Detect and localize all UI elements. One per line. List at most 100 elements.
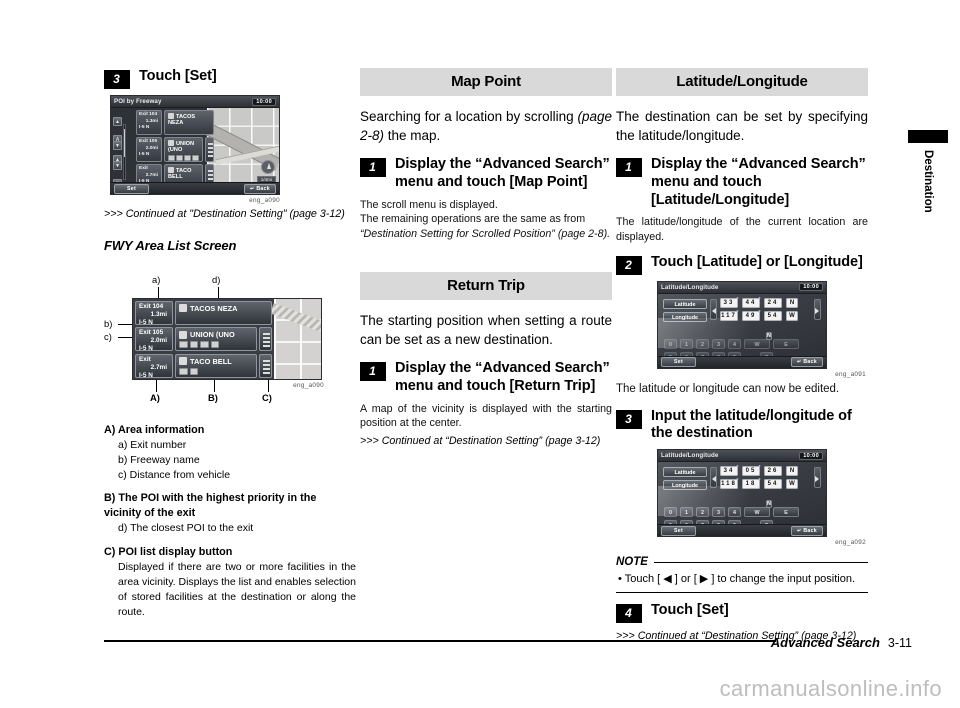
table-row[interactable]: Exit 2.7mi I-5 N TACO BELL [135, 353, 272, 379]
longitude-degrees[interactable]: 117 [720, 310, 741, 321]
set-button[interactable]: Set [114, 183, 149, 194]
key-east[interactable]: E [773, 338, 799, 349]
step-number-badge: 3 [616, 409, 642, 429]
longitude-seconds[interactable]: 54 [764, 310, 782, 321]
note-text: • Touch [ ◀ ] or [ ▶ ] to change the inp… [618, 573, 856, 586]
exit-info: Exit 104 1.3mi I-5 N [136, 110, 162, 135]
key-2[interactable]: 2 [696, 338, 709, 349]
latitude-hemisphere[interactable]: N [786, 466, 798, 477]
section-heading-map-point: Map Point [360, 68, 612, 96]
latitude-button[interactable]: Latitude [663, 467, 707, 478]
step-title: Touch [Set] [651, 602, 729, 619]
closest-poi-cell[interactable]: TACOS NEZA [175, 300, 272, 325]
coordinate-fields: 33 44 24 N 117 49 54 W N [720, 297, 798, 342]
arrow-left-icon[interactable] [710, 298, 717, 320]
latitude-minutes[interactable]: 05 [742, 465, 763, 477]
clock-display: 10:00 [799, 451, 823, 460]
latitude-seconds[interactable]: 24 [764, 297, 782, 308]
latitude-minutes[interactable]: 44 [742, 297, 763, 308]
left-column: 3 Touch [Set] POI by Freeway 10:00 1/4mi… [104, 68, 356, 620]
legend-item-a: a) Exit number [118, 438, 187, 451]
longitude-minutes[interactable]: 18 [742, 478, 763, 490]
step-3-lat-long: 3 Input the latitude/longitude of the de… [616, 408, 868, 443]
scrollbar[interactable] [123, 124, 126, 180]
key-1[interactable]: 1 [680, 507, 693, 518]
key-1[interactable]: 1 [680, 338, 693, 349]
key-east[interactable]: E [773, 507, 799, 518]
key-3[interactable]: 3 [712, 338, 725, 349]
key-0[interactable]: 0 [664, 507, 677, 518]
step-number-badge: 2 [616, 255, 642, 275]
scroll-down-icon[interactable]: ▼ [113, 141, 122, 150]
latitude-hemisphere[interactable]: N [786, 297, 798, 308]
exit-number: Exit 105 [139, 329, 164, 337]
nav-screen-title: POI by Freeway [114, 98, 162, 105]
longitude-row: 118 18 54 W [720, 478, 798, 490]
intro-part-b: the map. [384, 128, 441, 144]
leader-line [268, 377, 269, 392]
key-0[interactable]: 0 [664, 338, 677, 349]
nav-header: POI by Freeway 10:00 [111, 96, 279, 108]
table-row[interactable]: Exit 104 1.3mi I-5 N TACOS NEZA [135, 300, 272, 326]
back-button[interactable]: ↵ Back [791, 357, 823, 368]
poi-list-display-button[interactable] [259, 327, 272, 352]
key-3[interactable]: 3 [712, 507, 725, 518]
back-button[interactable]: ↵ Back [791, 525, 823, 536]
step-number-badge: 1 [360, 362, 386, 382]
longitude-button[interactable]: Longitude [663, 311, 707, 322]
poi-list-display-button[interactable] [205, 137, 214, 162]
back-button[interactable]: ↵ Back [244, 183, 276, 194]
scroll-top-icon[interactable]: ▲ [113, 117, 122, 126]
nav-footer: Set ↵ Back [111, 182, 279, 194]
nav-header: Latitude/Longitude 10:00 [658, 450, 826, 463]
longitude-seconds[interactable]: 54 [764, 479, 782, 490]
figure-code: eng_a090 [293, 381, 324, 389]
longitude-degrees[interactable]: 118 [720, 478, 741, 490]
step-number-badge: 4 [616, 604, 642, 624]
legend-item-d: d) The closest POI to the exit [118, 522, 254, 535]
longitude-button[interactable]: Longitude [663, 480, 707, 491]
longitude-hemisphere[interactable]: W [786, 310, 798, 321]
latitude-row: 34 05 26 N [720, 465, 798, 477]
set-button[interactable]: Set [661, 357, 696, 368]
list-item[interactable]: Exit 104 1.3mi I-5 N TACOS NEZA [136, 110, 214, 135]
step-title: Touch [Latitude] or [Longitude] [651, 253, 863, 270]
gas-station-icon [179, 330, 187, 339]
step-title: Touch [Set] [139, 68, 217, 84]
scroll-bottom-icon[interactable]: ▼ [113, 161, 122, 170]
arrow-left-icon[interactable] [710, 467, 717, 489]
latitude-degrees[interactable]: 33 [720, 297, 741, 308]
arrow-right-icon[interactable] [814, 298, 821, 320]
scroll-controls: ▲ A ▲ ▼ ▼ ▦ [113, 110, 135, 192]
set-button[interactable]: Set [661, 525, 696, 536]
key-2[interactable]: 2 [696, 507, 709, 518]
list-item[interactable]: Exit 105 2.0mi I-5 N UNION (UNO [136, 137, 214, 162]
longitude-hemisphere[interactable]: W [786, 479, 798, 490]
key-west[interactable]: W [744, 507, 770, 518]
closest-poi-cell[interactable]: UNION (UNO [175, 327, 257, 352]
latitude-button[interactable]: Latitude [663, 298, 707, 309]
key-west[interactable]: W [744, 338, 770, 349]
freeway-name: I-5 N [139, 125, 150, 131]
map-area[interactable] [274, 298, 321, 379]
legend-definitions: A) Area information a) Exit number b) Fr… [104, 423, 356, 620]
arrow-right-icon[interactable] [814, 467, 821, 489]
poi-list-display-button[interactable] [259, 353, 272, 378]
latitude-seconds[interactable]: 26 [764, 466, 782, 477]
key-4[interactable]: 4 [728, 338, 741, 349]
scrollbar-thumb[interactable] [124, 129, 125, 157]
atm-icon [200, 341, 209, 349]
step-title: Display the “Advanced Search” menu and t… [395, 360, 610, 394]
poi-name-cell[interactable]: TACOS NEZA [164, 110, 214, 135]
table-row[interactable]: Exit 105 2.0mi I-5 N UNION (UNO [135, 327, 272, 352]
longitude-minutes[interactable]: 49 [742, 310, 763, 321]
closest-poi-cell[interactable]: TACO BELL [175, 353, 257, 378]
key-4[interactable]: 4 [728, 507, 741, 518]
latitude-degrees[interactable]: 34 [720, 465, 741, 477]
poi-name-cell[interactable]: UNION (UNO [164, 137, 203, 162]
nav-header: Latitude/Longitude 10:00 [658, 281, 826, 294]
compass-icon[interactable] [261, 160, 275, 174]
step-title: Display the “Advanced Search” menu and t… [651, 156, 866, 208]
figure-code: eng_a092 [835, 539, 866, 547]
nav-screen-title: Latitude/Longitude [661, 283, 719, 291]
